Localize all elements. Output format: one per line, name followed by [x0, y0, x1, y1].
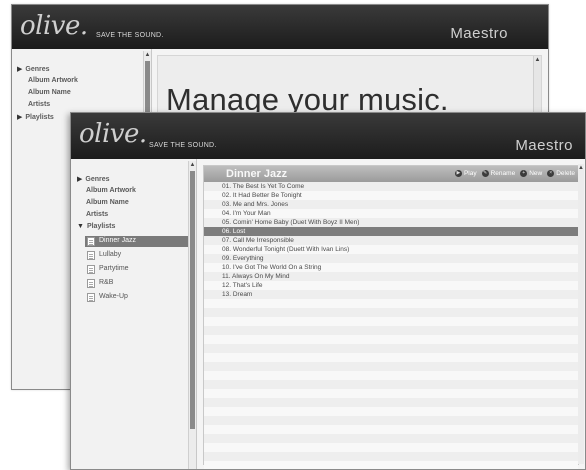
track-title: 03. Me and Mrs. Jones: [222, 201, 289, 208]
olive-logo: olive.: [79, 119, 147, 149]
scroll-up-icon[interactable]: ▲: [189, 161, 196, 169]
empty-row: [204, 398, 578, 407]
nav-album-name[interactable]: Album Name: [28, 89, 71, 96]
track-title: 11. Always On My Mind: [222, 273, 290, 280]
nav-genres[interactable]: ▶ Genres: [77, 175, 110, 183]
track-title: 02. It Had Better Be Tonight: [222, 192, 302, 199]
delete-button[interactable]: × Delete: [547, 170, 575, 177]
track-title: 09. Everything: [222, 255, 264, 262]
track-row[interactable]: 03. Me and Mrs. Jones: [204, 200, 578, 209]
playlist-item-dinner-jazz[interactable]: Dinner Jazz: [85, 236, 195, 247]
empty-row: [204, 434, 578, 443]
playlist-item-lullaby[interactable]: Lullaby: [85, 250, 195, 261]
delete-icon: ×: [547, 170, 555, 177]
empty-row: [204, 335, 578, 344]
empty-row: [204, 443, 578, 452]
front-titlebar: olive. SAVE THE SOUND. Maestro: [71, 113, 585, 159]
empty-row: [204, 353, 578, 362]
playlist-item-rnb[interactable]: R&B: [85, 278, 195, 289]
nav-artists[interactable]: Artists: [28, 101, 50, 108]
playlist-icon: [87, 293, 95, 302]
track-row[interactable]: 11. Always On My Mind: [204, 272, 578, 281]
nav-genres[interactable]: ▶ Genres: [17, 65, 50, 73]
empty-row: [204, 371, 578, 380]
rename-icon: ✎: [481, 170, 489, 177]
scroll-up-icon[interactable]: ▲: [144, 51, 151, 59]
triangle-right-icon: ▶: [17, 114, 23, 121]
track-title: 08. Wonderful Tonight (Duett With Ivan L…: [222, 246, 350, 253]
play-icon: ▶: [454, 170, 462, 177]
empty-row: [204, 362, 578, 371]
empty-row: [204, 425, 578, 434]
scrollbar-thumb[interactable]: [190, 171, 195, 429]
track-row[interactable]: 10. I've Got The World On a String: [204, 263, 578, 272]
nav-album-artwork[interactable]: Album Artwork: [28, 77, 78, 84]
track-title: 13. Dream: [222, 291, 253, 298]
scroll-up-icon[interactable]: ▲: [534, 56, 541, 64]
track-title: 12. That's Life: [222, 282, 263, 289]
tagline: SAVE THE SOUND.: [149, 142, 217, 149]
track-title: 04. I'm Your Man: [222, 210, 271, 217]
track-title: 07. Call Me Irresponsible: [222, 237, 294, 244]
playlist-icon: [87, 251, 95, 260]
nav-album-name[interactable]: Album Name: [86, 199, 129, 206]
playlist-panel: Dinner Jazz ▶ Play ✎ Rename + New × Delete 0…: [203, 164, 584, 469]
olive-logo: olive.: [20, 11, 88, 41]
empty-row: [204, 317, 578, 326]
playlist-title: Dinner Jazz: [226, 168, 288, 180]
triangle-right-icon: ▶: [77, 176, 83, 183]
track-list: 01. The Best Is Yet To Come 02. It Had Be…: [204, 182, 578, 469]
empty-row: [204, 299, 578, 308]
empty-row: [204, 416, 578, 425]
track-row[interactable]: 01. The Best Is Yet To Come: [204, 182, 578, 191]
scroll-up-icon[interactable]: ▲: [578, 164, 584, 172]
track-row[interactable]: 08. Wonderful Tonight (Duett With Ivan L…: [204, 245, 578, 254]
front-sidebar: ▶ Genres Album Artwork Album Name Artists…: [71, 159, 197, 469]
app-name: Maestro: [450, 25, 508, 42]
app-name: Maestro: [515, 137, 573, 154]
track-row[interactable]: 09. Everything: [204, 254, 578, 263]
track-row[interactable]: 02. It Had Better Be Tonight: [204, 191, 578, 200]
triangle-right-icon: ▶: [17, 66, 23, 73]
track-row[interactable]: 06. Lost: [204, 227, 578, 236]
playlist-icon: [87, 279, 95, 288]
back-titlebar: olive. SAVE THE SOUND. Maestro: [12, 5, 548, 49]
empty-row: [204, 380, 578, 389]
nav-artists[interactable]: Artists: [86, 211, 108, 218]
new-button[interactable]: + New: [520, 170, 542, 177]
track-list-scrollbar[interactable]: ▲: [578, 164, 584, 464]
track-row[interactable]: 07. Call Me Irresponsible: [204, 236, 578, 245]
track-row[interactable]: 05. Comin' Home Baby (Duet With Boyz II …: [204, 218, 578, 227]
track-title: 06. Lost: [222, 228, 246, 235]
track-row[interactable]: 13. Dream: [204, 290, 578, 299]
empty-row: [204, 407, 578, 416]
empty-row: [204, 389, 578, 398]
playlist-icon: [87, 237, 95, 246]
front-window: olive. SAVE THE SOUND. Maestro ▶ Genres A…: [70, 112, 586, 470]
empty-row: [204, 326, 578, 335]
add-icon: +: [520, 170, 528, 177]
triangle-down-icon: ▼: [77, 223, 84, 230]
empty-row: [204, 461, 578, 469]
track-title: 10. I've Got The World On a String: [222, 264, 322, 271]
empty-row: [204, 344, 578, 353]
tagline: SAVE THE SOUND.: [96, 32, 164, 39]
nav-playlists[interactable]: ▶ Playlists: [17, 113, 54, 121]
track-title: 01. The Best Is Yet To Come: [222, 183, 305, 190]
playlist-item-partytime[interactable]: Partytime: [85, 264, 195, 275]
playlist-icon: [87, 265, 95, 274]
rename-button[interactable]: ✎ Rename: [481, 170, 515, 177]
front-sidebar-scrollbar[interactable]: ▲: [188, 161, 196, 469]
playlist-actions: ▶ Play ✎ Rename + New × Delete: [454, 170, 575, 177]
empty-row: [204, 308, 578, 317]
nav-album-artwork[interactable]: Album Artwork: [86, 187, 136, 194]
track-row[interactable]: 04. I'm Your Man: [204, 209, 578, 218]
play-button[interactable]: ▶ Play: [454, 170, 477, 177]
track-title: 05. Comin' Home Baby (Duet With Boyz II …: [222, 219, 360, 226]
empty-row: [204, 452, 578, 461]
playlist-header: Dinner Jazz ▶ Play ✎ Rename + New × Delete: [204, 166, 578, 182]
nav-playlists[interactable]: ▼ Playlists: [77, 223, 115, 230]
track-row[interactable]: 12. That's Life: [204, 281, 578, 290]
playlist-item-wake-up[interactable]: Wake-Up: [85, 292, 195, 303]
